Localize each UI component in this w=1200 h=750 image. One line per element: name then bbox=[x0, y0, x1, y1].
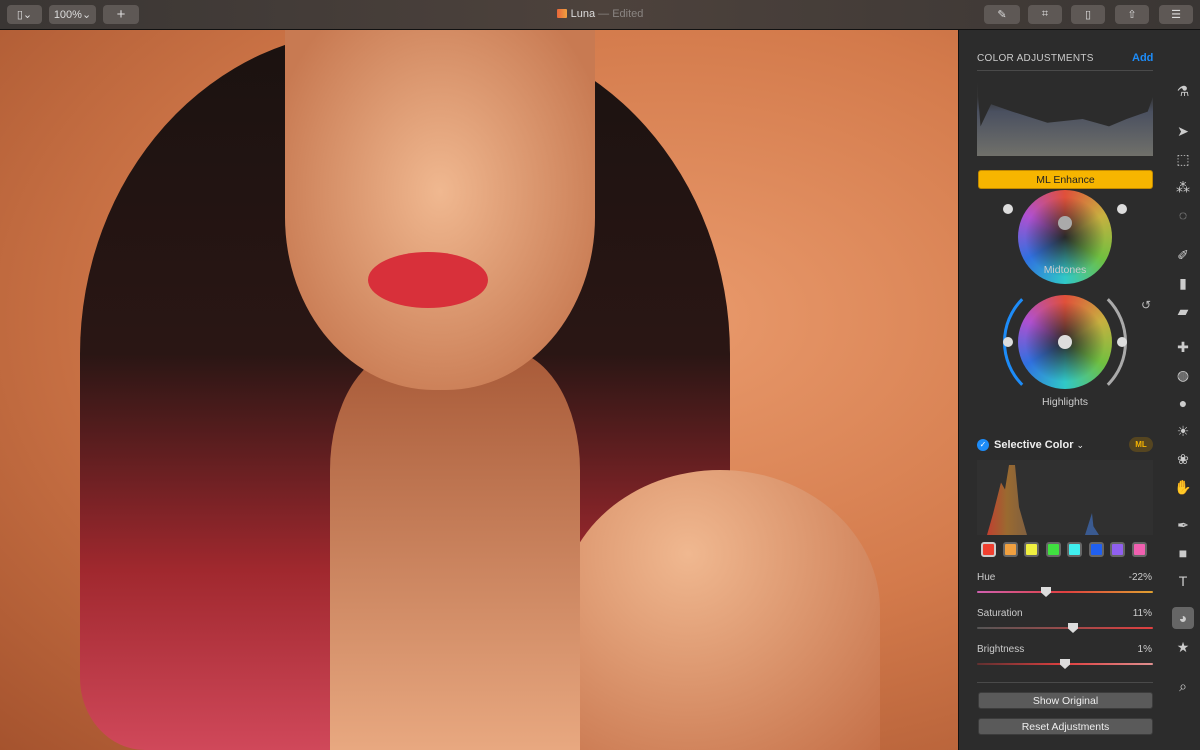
show-original-button[interactable]: Show Original bbox=[978, 692, 1153, 709]
selective-color-label: Selective Color bbox=[994, 439, 1074, 451]
reset-adjustments-button[interactable]: Reset Adjustments bbox=[978, 718, 1153, 735]
saturation-slider[interactable] bbox=[977, 627, 1153, 629]
color-swatch[interactable] bbox=[1088, 542, 1104, 557]
selective-color-title[interactable]: Selective Color ⌄ bbox=[994, 439, 1084, 451]
brightness-label: Brightness bbox=[977, 644, 1025, 655]
divider bbox=[977, 682, 1153, 683]
histogram-blue-peak bbox=[1085, 513, 1099, 535]
toolbar: ▯⌄ 100% ⌄ + Luna — Edited ✎ ⌗ ▯ ⇧ ☰ bbox=[0, 0, 1200, 30]
color-picker-icon[interactable]: ⚗ bbox=[1172, 80, 1194, 102]
document-icon: ▯ bbox=[1084, 9, 1092, 21]
window-title: Luna — Edited bbox=[0, 8, 1200, 20]
color-swatch[interactable] bbox=[1045, 542, 1061, 557]
add-adjustment-button[interactable]: Add bbox=[1132, 52, 1153, 64]
paint-brush-icon[interactable]: ✐ bbox=[1172, 244, 1194, 266]
chevron-down-icon: ⌄ bbox=[1076, 440, 1085, 450]
midtones-left-slider[interactable] bbox=[1003, 204, 1013, 214]
hue-label: Hue bbox=[977, 572, 996, 583]
highlights-handle[interactable] bbox=[1058, 335, 1072, 349]
saturation-label: Saturation bbox=[977, 608, 1023, 619]
photo-shoulder bbox=[560, 470, 880, 750]
magic-select-icon[interactable]: ⁂ bbox=[1172, 176, 1194, 198]
saturation-value: 11% bbox=[1132, 608, 1152, 619]
hue-value: -22% bbox=[1128, 572, 1152, 583]
midtones-right-slider[interactable] bbox=[1117, 204, 1127, 214]
selective-color-checkbox[interactable]: ✓ bbox=[977, 439, 989, 451]
midtones-handle[interactable] bbox=[1058, 216, 1072, 230]
reset-wheel-icon[interactable]: ↺ bbox=[1141, 298, 1151, 312]
panel-title: COLOR ADJUSTMENTS bbox=[977, 53, 1094, 64]
effects-icon[interactable]: ★ bbox=[1172, 636, 1194, 658]
blur-icon[interactable]: ● bbox=[1172, 392, 1194, 414]
highlights-label: Highlights bbox=[1041, 396, 1089, 408]
color-blend-icon[interactable]: ❀ bbox=[1172, 448, 1194, 470]
share-icon: ⇧ bbox=[1127, 9, 1137, 21]
photo-face bbox=[285, 30, 595, 390]
highlights-left-slider[interactable] bbox=[1003, 337, 1013, 347]
color-swatch[interactable] bbox=[1002, 542, 1018, 557]
share-button[interactable]: ⇧ bbox=[1115, 5, 1149, 24]
ml-enhance-button[interactable]: ML Enhance bbox=[978, 170, 1153, 189]
clone-icon[interactable]: ◍ bbox=[1172, 364, 1194, 386]
crop-button[interactable]: ⌗ bbox=[1028, 5, 1062, 24]
pen-icon[interactable]: ✒ bbox=[1172, 514, 1194, 536]
divider bbox=[977, 70, 1153, 71]
eraser-icon[interactable]: ▰ bbox=[1172, 300, 1194, 322]
pixelmator-logo-icon bbox=[556, 9, 567, 18]
brightness-value: 1% bbox=[1137, 644, 1152, 655]
rect-select-icon[interactable]: ⬚ bbox=[1172, 148, 1194, 170]
zoom-icon[interactable]: ⌕ bbox=[1172, 675, 1194, 697]
arrow-icon[interactable]: ➤ bbox=[1172, 120, 1194, 142]
saturation-slider-thumb[interactable] bbox=[1068, 623, 1078, 633]
text-icon[interactable]: T bbox=[1172, 570, 1194, 592]
hue-slider[interactable] bbox=[977, 591, 1153, 593]
shape-icon[interactable]: ■ bbox=[1172, 542, 1194, 564]
adjustments-panel: COLOR ADJUSTMENTS Add ML Enhance Midtone… bbox=[958, 30, 1200, 750]
light-icon[interactable]: ☀ bbox=[1172, 420, 1194, 442]
doc-name: Luna bbox=[570, 8, 596, 20]
adjustments-button[interactable]: ☰ bbox=[1159, 5, 1193, 24]
paintbrush-button[interactable]: ✎ bbox=[984, 5, 1020, 24]
midtones-label: Midtones bbox=[1043, 264, 1087, 276]
quick-select-icon[interactable]: ◌ bbox=[1172, 204, 1194, 226]
photo-lips bbox=[368, 252, 488, 308]
color-adjust-icon[interactable]: ◕ bbox=[1172, 607, 1194, 629]
repair-icon[interactable]: ✚ bbox=[1172, 336, 1194, 358]
color-swatch[interactable] bbox=[981, 542, 996, 557]
histogram bbox=[977, 82, 1153, 156]
color-swatch[interactable] bbox=[1131, 542, 1147, 557]
paint-bucket-icon[interactable]: ▮ bbox=[1172, 272, 1194, 294]
doc-status: — Edited bbox=[598, 8, 644, 20]
image-canvas[interactable] bbox=[0, 30, 958, 750]
highlights-right-slider[interactable] bbox=[1117, 337, 1127, 347]
photo-neck bbox=[330, 350, 580, 750]
selective-color-histogram bbox=[977, 460, 1153, 535]
histogram-red-peak bbox=[987, 465, 1027, 535]
highlights-wheel[interactable] bbox=[1018, 295, 1112, 389]
ml-badge[interactable]: ML bbox=[1129, 437, 1153, 452]
color-swatch[interactable] bbox=[1110, 542, 1125, 557]
hue-slider-thumb[interactable] bbox=[1041, 587, 1051, 597]
adjustments-icon: ☰ bbox=[1171, 9, 1181, 21]
color-swatch[interactable] bbox=[1024, 542, 1039, 557]
paintbrush-icon: ✎ bbox=[997, 9, 1007, 21]
smudge-icon[interactable]: ✋ bbox=[1172, 476, 1194, 498]
document-button[interactable]: ▯ bbox=[1071, 5, 1105, 24]
brightness-slider-thumb[interactable] bbox=[1060, 659, 1070, 669]
crop-icon: ⌗ bbox=[1041, 8, 1049, 20]
color-swatch[interactable] bbox=[1067, 542, 1082, 557]
